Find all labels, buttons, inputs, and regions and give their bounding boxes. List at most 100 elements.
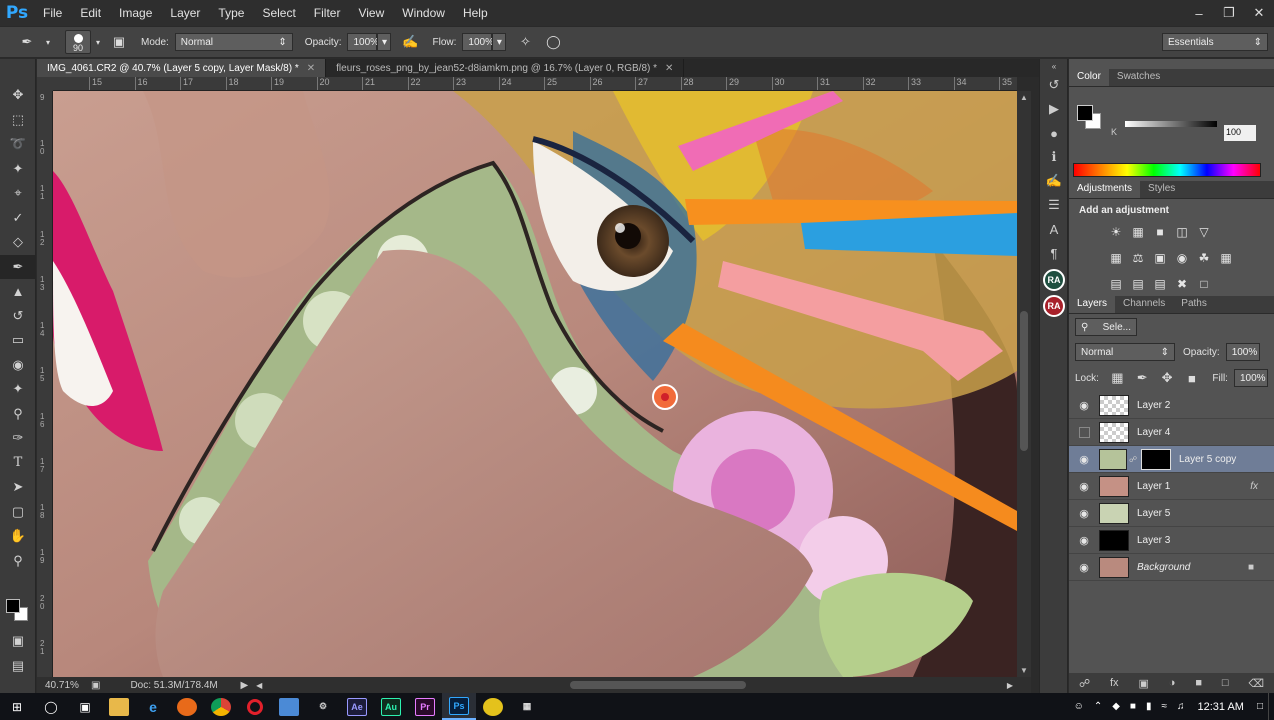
lock-position-icon[interactable]: ✥	[1158, 367, 1177, 389]
eye-icon[interactable]: ◉	[1069, 534, 1099, 547]
dropbox-icon[interactable]: ◆	[1112, 701, 1120, 712]
dodge-tool-icon[interactable]: ⚲	[0, 402, 36, 427]
notes-icon[interactable]	[272, 693, 306, 720]
path-select-tool-icon[interactable]: ➤	[0, 475, 36, 500]
eyedropper-tool-icon[interactable]: ✓	[0, 206, 36, 231]
history-brush-tool-icon[interactable]: ↺	[0, 304, 36, 329]
menu-help[interactable]: Help	[454, 0, 497, 26]
layer-mask-thumbnail[interactable]	[1141, 448, 1171, 470]
eye-icon[interactable]: ◉	[1069, 480, 1099, 493]
color-lookup-icon[interactable]: ▦	[1215, 247, 1237, 269]
tab-swatches[interactable]: Swatches	[1109, 68, 1168, 86]
paragraph-icon[interactable]: ¶	[1040, 241, 1068, 265]
menu-window[interactable]: Window	[393, 0, 454, 26]
paint-bucket-tool-icon[interactable]: ◉	[0, 353, 36, 378]
posterize-icon[interactable]: ▤	[1127, 273, 1149, 295]
airbrush-icon[interactable]: ✧	[514, 31, 536, 53]
menu-file[interactable]: File	[34, 0, 71, 26]
color-spectrum[interactable]	[1073, 163, 1261, 177]
quick-mask-icon[interactable]: ▣	[0, 629, 36, 654]
layer-row-background[interactable]: ◉ Background ■	[1069, 554, 1274, 581]
trash-icon[interactable]: ⌫	[1248, 677, 1264, 690]
tab-color[interactable]: Color	[1069, 68, 1109, 86]
quick-select-tool-icon[interactable]: ✦	[0, 157, 36, 182]
opacity-input[interactable]: 100%	[347, 33, 379, 51]
photo-filter-icon[interactable]: ◉	[1171, 247, 1193, 269]
brush-presets-icon[interactable]: ✍	[1040, 169, 1068, 193]
menu-select[interactable]: Select	[253, 0, 304, 26]
scroll-down-icon[interactable]: ▼	[1020, 666, 1028, 675]
hue-saturation-icon[interactable]: ▦	[1105, 247, 1127, 269]
chevron-down-icon[interactable]: ▾	[94, 31, 102, 53]
actions-play-icon[interactable]: ▶	[1040, 97, 1068, 121]
people-icon[interactable]: ☺	[1074, 701, 1084, 712]
clone-source-icon[interactable]: ●	[1040, 121, 1068, 145]
history-icon[interactable]: ↺	[1040, 73, 1068, 97]
eye-icon[interactable]: ◉	[1069, 453, 1099, 466]
new-layer-icon[interactable]: □	[1222, 677, 1229, 689]
eye-icon[interactable]: ◉	[1069, 561, 1099, 574]
menu-image[interactable]: Image	[110, 0, 161, 26]
tab-styles[interactable]: Styles	[1140, 180, 1183, 198]
status-arrow-icon[interactable]: ▶	[240, 680, 248, 691]
app-yellow-icon[interactable]	[476, 693, 510, 720]
power-icon[interactable]: ▮	[1146, 701, 1152, 712]
new-adjustment-icon[interactable]: ◑	[1169, 677, 1176, 689]
lock-all-icon[interactable]: ■	[1183, 367, 1202, 389]
firefox-icon[interactable]	[170, 693, 204, 720]
ra-badge[interactable]: RA	[1043, 269, 1065, 291]
black-white-icon[interactable]: ▣	[1149, 247, 1171, 269]
photoshop-taskbar-icon[interactable]: Ps	[442, 693, 476, 720]
lock-pixels-icon[interactable]: ✒	[1133, 367, 1152, 389]
layer-opacity-input[interactable]: 100%	[1225, 343, 1260, 361]
volume-icon[interactable]: ♫	[1177, 701, 1185, 712]
tab-fleurs-roses[interactable]: fleurs_roses_png_by_jean52-d8iamkm.png @…	[326, 59, 685, 77]
screen-mode-icon[interactable]: ▤	[0, 654, 36, 679]
app-icon[interactable]: ⚙	[306, 693, 340, 720]
chevron-down-icon[interactable]: ▾	[44, 31, 52, 53]
fill-input[interactable]: 100%	[1233, 369, 1268, 387]
close-icon[interactable]: ✕	[665, 63, 673, 74]
layer-row-layer-2[interactable]: ◉ Layer 2	[1069, 392, 1274, 419]
channel-mixer-icon[interactable]: ☘	[1193, 247, 1215, 269]
menu-filter[interactable]: Filter	[305, 0, 350, 26]
edge-icon[interactable]: e	[136, 693, 170, 720]
tab-adjustments[interactable]: Adjustments	[1069, 180, 1141, 198]
windows-start-icon[interactable]: ⊞	[0, 693, 34, 720]
clock[interactable]: 12:31 AM	[1197, 701, 1243, 713]
tab-paths[interactable]: Paths	[1173, 295, 1215, 313]
k-slider[interactable]	[1125, 121, 1217, 127]
ra-badge[interactable]: RA	[1043, 295, 1065, 317]
tab-layers[interactable]: Layers	[1069, 295, 1116, 313]
brush-tool-icon[interactable]: ✒	[0, 254, 36, 279]
collapse-icon[interactable]: «	[1040, 59, 1068, 73]
wifi-icon[interactable]: ≈	[1161, 701, 1167, 712]
link-layers-icon[interactable]: ☍	[1079, 677, 1090, 690]
info-icon[interactable]: ℹ	[1040, 145, 1068, 169]
pressure-size-icon[interactable]: ◯	[542, 31, 564, 53]
status-menu-icon[interactable]: ▣	[91, 680, 100, 691]
vertical-scroll-thumb[interactable]	[1020, 311, 1028, 451]
menu-edit[interactable]: Edit	[71, 0, 110, 26]
layer-row-layer-4[interactable]: Layer 4	[1069, 419, 1274, 446]
horizontal-scrollbar[interactable]	[270, 680, 999, 690]
healing-brush-tool-icon[interactable]: ◇	[0, 230, 36, 255]
ruler-origin[interactable]	[37, 77, 53, 91]
opacity-dropdown[interactable]: ▾	[377, 33, 392, 51]
show-desktop-button[interactable]	[1268, 693, 1274, 720]
layer-row-layer-3[interactable]: ◉ Layer 3	[1069, 527, 1274, 554]
file-explorer-icon[interactable]	[102, 693, 136, 720]
blur-tool-icon[interactable]: ✦	[0, 377, 36, 402]
add-mask-icon[interactable]: ▣	[1138, 677, 1148, 690]
close-button[interactable]: ✕	[1244, 0, 1274, 26]
invert-icon[interactable]: ▤	[1105, 273, 1127, 295]
flow-input[interactable]: 100%	[462, 33, 494, 51]
brush-tool-icon[interactable]: ✒	[16, 31, 38, 53]
eraser-tool-icon[interactable]: ▭	[0, 328, 36, 353]
zoom-level[interactable]: 40.71%	[37, 680, 87, 691]
app-tray-icon[interactable]: ■	[1130, 701, 1136, 712]
layer-row-layer-1[interactable]: ◉ Layer 1 fx	[1069, 473, 1274, 500]
gradient-map-icon[interactable]: □	[1193, 273, 1215, 295]
minimize-button[interactable]: –	[1184, 0, 1214, 26]
mode-select[interactable]: Normal ⇕	[174, 33, 293, 51]
